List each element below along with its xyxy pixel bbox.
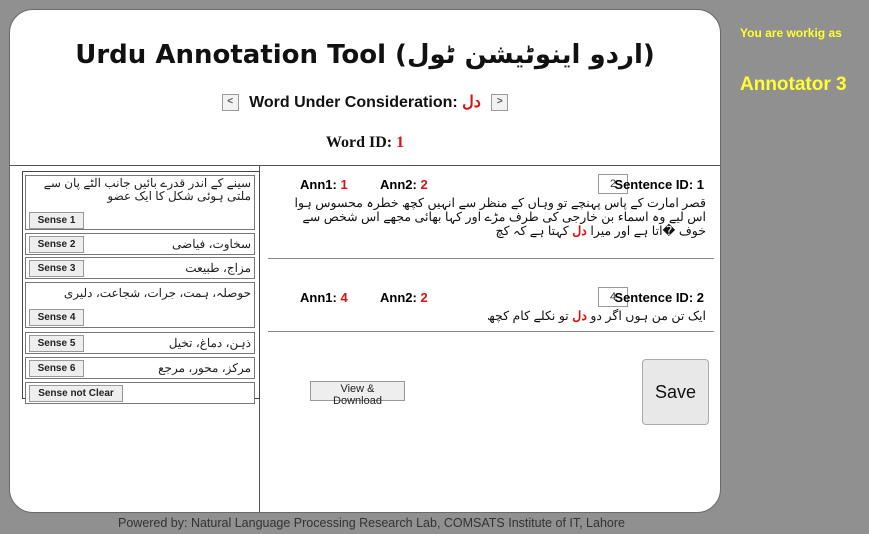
sense-option-6: مرکز، محور، مرجع Sense 6 (25, 357, 255, 379)
sentence-text-after: تو نکلے کام کچھ (487, 309, 569, 323)
word-label: Word Under Consideration: (249, 94, 458, 111)
sentence-id: Sentence ID: 1 (614, 177, 704, 192)
footer-credit: Powered by: Natural Language Processing … (118, 516, 625, 530)
highlighted-word: دل (572, 309, 587, 323)
sentence-id: Sentence ID: 2 (614, 290, 704, 305)
word-id-value: 1 (396, 134, 405, 151)
ann1: Ann1: 4 (300, 290, 348, 305)
annotation-panel: Urdu Annotation Tool (اردو اینوٹیشن ٹول)… (9, 9, 721, 513)
sentence-text-before: ایک تن من ہوں اگر دو (590, 309, 706, 323)
word-id-label: Word ID: (325, 134, 393, 151)
ann2-value: 2 (420, 290, 428, 305)
sense-list: سینے کے اندر قدرے بائیں جانب الٹے پان سے… (22, 171, 260, 404)
ann2: Ann2: 2 (380, 177, 428, 192)
sentence-text-after: کہتا ہے کہ کچ (495, 224, 569, 238)
sentence-block: Ann1: 1 Ann2: 2 Sentence ID: 1 قصر امارت… (272, 174, 710, 238)
sense-option-not-clear: Sense not Clear (25, 382, 255, 404)
page-title: Urdu Annotation Tool (اردو اینوٹیشن ٹول) (75, 40, 655, 70)
sense-5-button[interactable]: Sense 5 (29, 335, 84, 352)
sense-6-button[interactable]: Sense 6 (29, 360, 84, 377)
sentence-separator (268, 258, 714, 259)
ann1-label: Ann1: (300, 290, 337, 305)
working-as-label: You are workig as (740, 26, 842, 40)
ann1-label: Ann1: (300, 177, 337, 192)
annotator-name: Annotator 3 (740, 74, 847, 95)
save-button[interactable]: Save (642, 359, 709, 425)
annotation-row: Ann1: 4 Ann2: 2 Sentence ID: 2 (272, 287, 710, 309)
sense-text: سینے کے اندر قدرے بائیں جانب الٹے پان سے… (43, 176, 251, 203)
sense-not-clear-button[interactable]: Sense not Clear (29, 385, 123, 402)
sentence-text: ایک تن من ہوں اگر دو دل تو نکلے کام کچھ (272, 309, 710, 323)
sense-text: حوصلہ، ہمت، جرات، شجاعت، دلیری (63, 286, 251, 300)
sense-option-4: حوصلہ، ہمت، جرات، شجاعت، دلیری Sense 4 (25, 282, 255, 328)
divider (10, 165, 720, 166)
prev-word-button[interactable]: < (221, 94, 239, 112)
ann1-value: 4 (340, 290, 348, 305)
view-download-button[interactable]: View & Download (310, 381, 405, 407)
ann2-label: Ann2: (380, 177, 417, 192)
sense-3-button[interactable]: Sense 3 (29, 260, 84, 277)
sense-1-button[interactable]: Sense 1 (29, 212, 84, 229)
ann2: Ann2: 2 (380, 290, 428, 305)
sentence-block: Ann1: 4 Ann2: 2 Sentence ID: 2 ایک تن من… (272, 287, 710, 323)
word-id-row: Word ID: 1 (10, 134, 720, 152)
sentence-text: قصر امارت کے پاس پہنچے تو وہاں کے منظر س… (272, 196, 710, 238)
sense-4-button[interactable]: Sense 4 (29, 309, 84, 326)
sense-option-2: سخاوت، فیاضی Sense 2 (25, 233, 255, 255)
sense-option-5: ذہن، دماغ، تخیل Sense 5 (25, 332, 255, 354)
current-word: دل (462, 94, 481, 111)
ann1: Ann1: 1 (300, 177, 348, 192)
ann1-value: 1 (340, 177, 348, 192)
next-word-button[interactable]: > (491, 94, 509, 112)
sentence-separator (268, 331, 714, 332)
sense-option-3: مزاج، طبیعت Sense 3 (25, 257, 255, 279)
word-under-consideration: < Word Under Consideration: دل > (10, 92, 720, 112)
ann2-label: Ann2: (380, 290, 417, 305)
highlighted-word: دل (572, 224, 587, 238)
annotation-row: Ann1: 1 Ann2: 2 Sentence ID: 1 (272, 174, 710, 196)
ann2-value: 2 (420, 177, 428, 192)
sense-2-button[interactable]: Sense 2 (29, 236, 84, 253)
sense-option-1: سینے کے اندر قدرے بائیں جانب الٹے پان سے… (25, 175, 255, 230)
